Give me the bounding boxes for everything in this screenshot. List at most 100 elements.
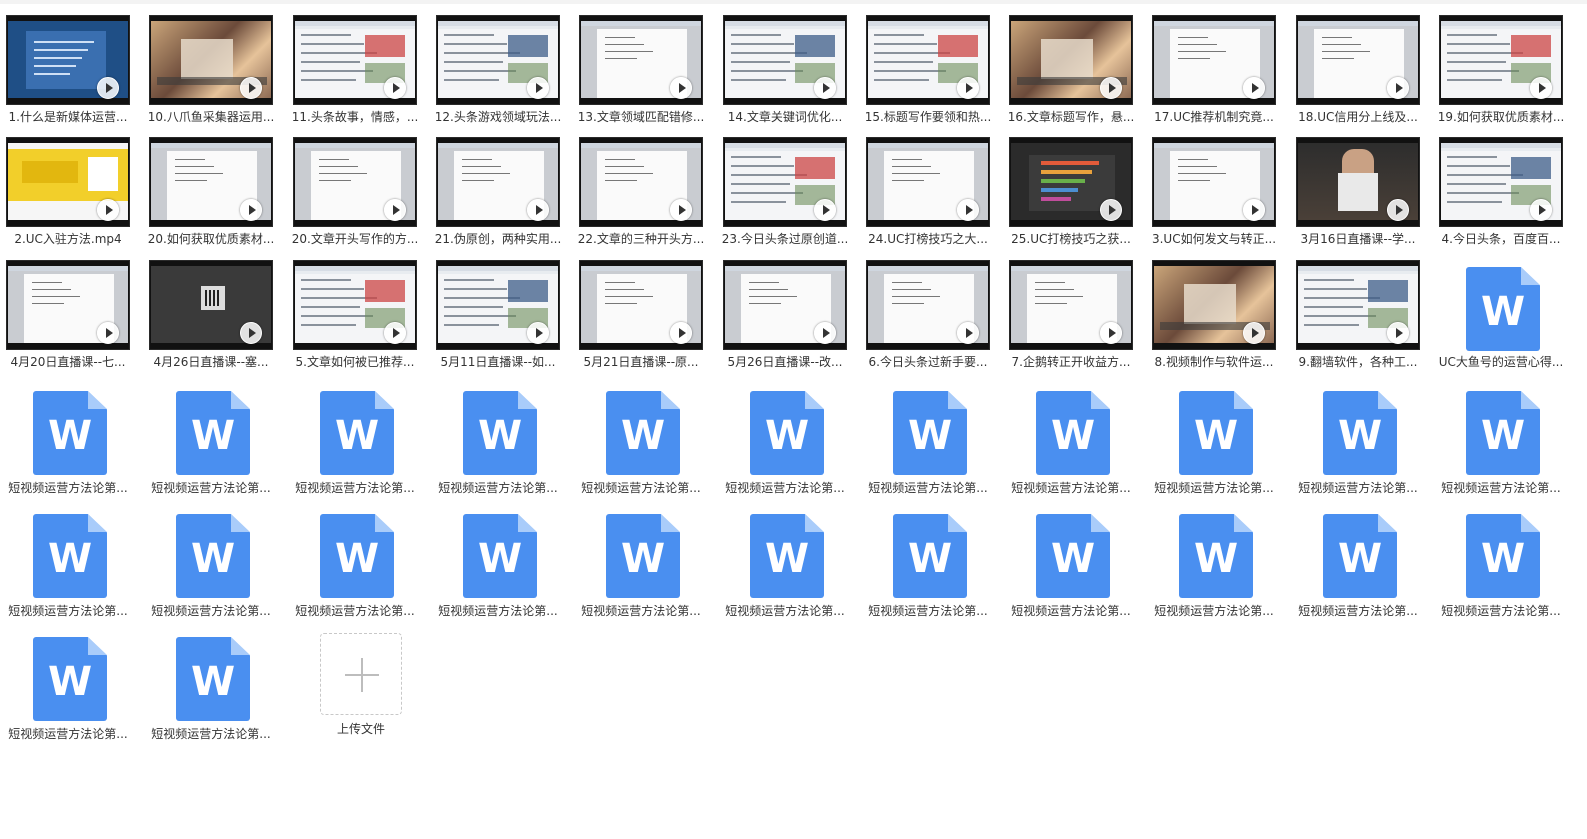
video-file-item[interactable]: 8.视频制作与软件运... [1146, 245, 1276, 369]
video-file-item[interactable]: 1.什么是新媒体运营... [0, 0, 130, 124]
video-file-item[interactable]: 24.UC打榜技巧之大... [860, 122, 990, 246]
word-file-item[interactable]: W 短视频运营方法论第... [1433, 511, 1563, 629]
thumb-line [1447, 201, 1502, 203]
thumb-line [1178, 44, 1217, 45]
video-file-item[interactable]: 5.文章如何被已推荐... [287, 245, 417, 369]
word-file-item[interactable]: W 短视频运营方法论第... [573, 511, 703, 629]
word-file-item[interactable]: W 短视频运营方法论第... [0, 634, 130, 752]
play-icon[interactable] [957, 322, 979, 344]
play-icon[interactable] [1530, 199, 1552, 221]
video-file-item[interactable]: 18.UC信用分上线及... [1290, 0, 1420, 124]
play-icon[interactable] [670, 77, 692, 99]
play-icon[interactable] [1243, 77, 1265, 99]
video-file-item[interactable]: 15.标题写作要领和热... [860, 0, 991, 124]
word-file-item[interactable]: W 短视频运营方法论第... [717, 388, 847, 506]
play-icon[interactable] [670, 199, 692, 221]
word-file-item[interactable]: W 短视频运营方法论第... [1146, 511, 1276, 629]
word-file-item[interactable]: W 短视频运营方法论第... [430, 388, 560, 506]
thumb-line [301, 288, 364, 290]
thumb-line [874, 61, 933, 63]
upload-button[interactable] [320, 633, 402, 715]
word-file-item[interactable]: W 短视频运营方法论第... [143, 388, 273, 506]
play-icon[interactable] [1530, 77, 1552, 99]
play-icon[interactable] [957, 77, 979, 99]
video-file-item[interactable]: 4.今日头条，百度百... [1433, 122, 1563, 246]
video-file-item[interactable]: 2.UC入驻方法.mp4 [0, 122, 130, 246]
video-file-item[interactable]: 20.文章开头写作的方... [287, 122, 418, 246]
play-icon[interactable] [957, 199, 979, 221]
video-file-item[interactable]: 16.文章标题写作，悬... [1003, 0, 1134, 124]
play-icon[interactable] [240, 322, 262, 344]
play-icon[interactable] [1243, 199, 1265, 221]
word-file-item[interactable]: W 短视频运营方法论第... [1003, 388, 1133, 506]
play-icon[interactable] [814, 199, 836, 221]
video-file-item[interactable]: 11.头条故事，情感，... [287, 0, 418, 124]
thumb-line [1447, 165, 1510, 167]
word-file-item[interactable]: W 短视频运营方法论第... [1290, 511, 1420, 629]
video-file-item[interactable]: 3月16日直播课--学... [1290, 122, 1420, 246]
play-icon[interactable] [1387, 322, 1409, 344]
video-file-item[interactable]: 5月11日直播课--如... [430, 245, 560, 369]
word-file-item[interactable]: W 短视频运营方法论第... [1146, 388, 1276, 506]
play-icon[interactable] [97, 199, 119, 221]
word-file-item[interactable]: W 短视频运营方法论第... [1433, 388, 1563, 506]
play-icon[interactable] [384, 77, 406, 99]
word-file-item[interactable]: W 短视频运营方法论第... [860, 511, 990, 629]
video-file-item[interactable]: 6.今日头条过新手要... [860, 245, 990, 369]
word-file-item[interactable]: W 短视频运营方法论第... [143, 634, 273, 752]
play-icon[interactable] [670, 322, 692, 344]
video-file-item[interactable]: 13.文章领域匹配错修... [573, 0, 704, 124]
video-file-item[interactable]: 19.如何获取优质素材... [1433, 0, 1564, 124]
word-file-item[interactable]: W 短视频运营方法论第... [430, 511, 560, 629]
video-file-item[interactable]: 9.翻墙软件，各种工... [1290, 245, 1420, 369]
play-icon[interactable] [384, 322, 406, 344]
video-file-item[interactable]: 7.企鹅转正开收益方... [1003, 245, 1133, 369]
play-icon[interactable] [384, 199, 406, 221]
video-file-item[interactable]: 22.文章的三种开头方... [573, 122, 704, 246]
play-icon[interactable] [1387, 199, 1409, 221]
play-icon[interactable] [1243, 322, 1265, 344]
play-icon[interactable] [1387, 77, 1409, 99]
word-file-item[interactable]: W 短视频运营方法论第... [1003, 511, 1133, 629]
video-file-item[interactable]: 4月26日直播课--塞... [143, 245, 273, 369]
play-icon[interactable] [240, 199, 262, 221]
video-file-item[interactable]: 23.今日头条过原创道... [717, 122, 848, 246]
play-icon[interactable] [1100, 322, 1122, 344]
play-icon[interactable] [527, 77, 549, 99]
video-file-item[interactable]: 12.头条游戏领域玩法... [430, 0, 561, 124]
word-icon-fold [518, 514, 537, 532]
video-file-item[interactable]: 20.如何获取优质素材... [143, 122, 274, 246]
file-name-label: 短视频运营方法论第... [1441, 481, 1561, 495]
word-file-item[interactable]: W UC大鱼号的运营心得... [1433, 245, 1563, 369]
word-file-item[interactable]: W 短视频运营方法论第... [1290, 388, 1420, 506]
play-icon[interactable] [527, 199, 549, 221]
play-icon[interactable] [97, 77, 119, 99]
play-icon[interactable] [814, 322, 836, 344]
video-file-item[interactable]: 3.UC如何发文与转正... [1146, 122, 1276, 246]
video-file-item[interactable]: 25.UC打榜技巧之获... [1003, 122, 1133, 246]
play-icon[interactable] [1100, 77, 1122, 99]
word-file-item[interactable]: W 短视频运营方法论第... [287, 511, 417, 629]
play-icon[interactable] [97, 322, 119, 344]
word-file-item[interactable]: W 短视频运营方法论第... [0, 511, 130, 629]
play-icon[interactable] [814, 77, 836, 99]
word-file-item[interactable]: W 短视频运营方法论第... [0, 388, 130, 506]
thumb-line [319, 173, 367, 174]
thumb-line [874, 34, 924, 36]
word-file-item[interactable]: W 短视频运营方法论第... [287, 388, 417, 506]
video-file-item[interactable]: 5月26日直播课--改... [717, 245, 847, 369]
word-file-item[interactable]: W 短视频运营方法论第... [860, 388, 990, 506]
word-file-item[interactable]: W 短视频运营方法论第... [143, 511, 273, 629]
video-file-item[interactable]: 10.八爪鱼采集器运用... [143, 0, 274, 124]
video-file-item[interactable]: 14.文章关键词优化... [717, 0, 847, 124]
play-icon[interactable] [527, 322, 549, 344]
video-file-item[interactable]: 17.UC推荐机制究竟... [1146, 0, 1276, 124]
word-file-item[interactable]: W 短视频运营方法论第... [717, 511, 847, 629]
play-icon[interactable] [240, 77, 262, 99]
word-icon-letter: W [334, 413, 380, 459]
video-file-item[interactable]: 21.伪原创，两种实用... [430, 122, 561, 246]
video-file-item[interactable]: 4月20日直播课--七... [0, 245, 130, 369]
word-file-item[interactable]: W 短视频运营方法论第... [573, 388, 703, 506]
play-icon[interactable] [1100, 199, 1122, 221]
video-file-item[interactable]: 5月21日直播课--原... [573, 245, 703, 369]
